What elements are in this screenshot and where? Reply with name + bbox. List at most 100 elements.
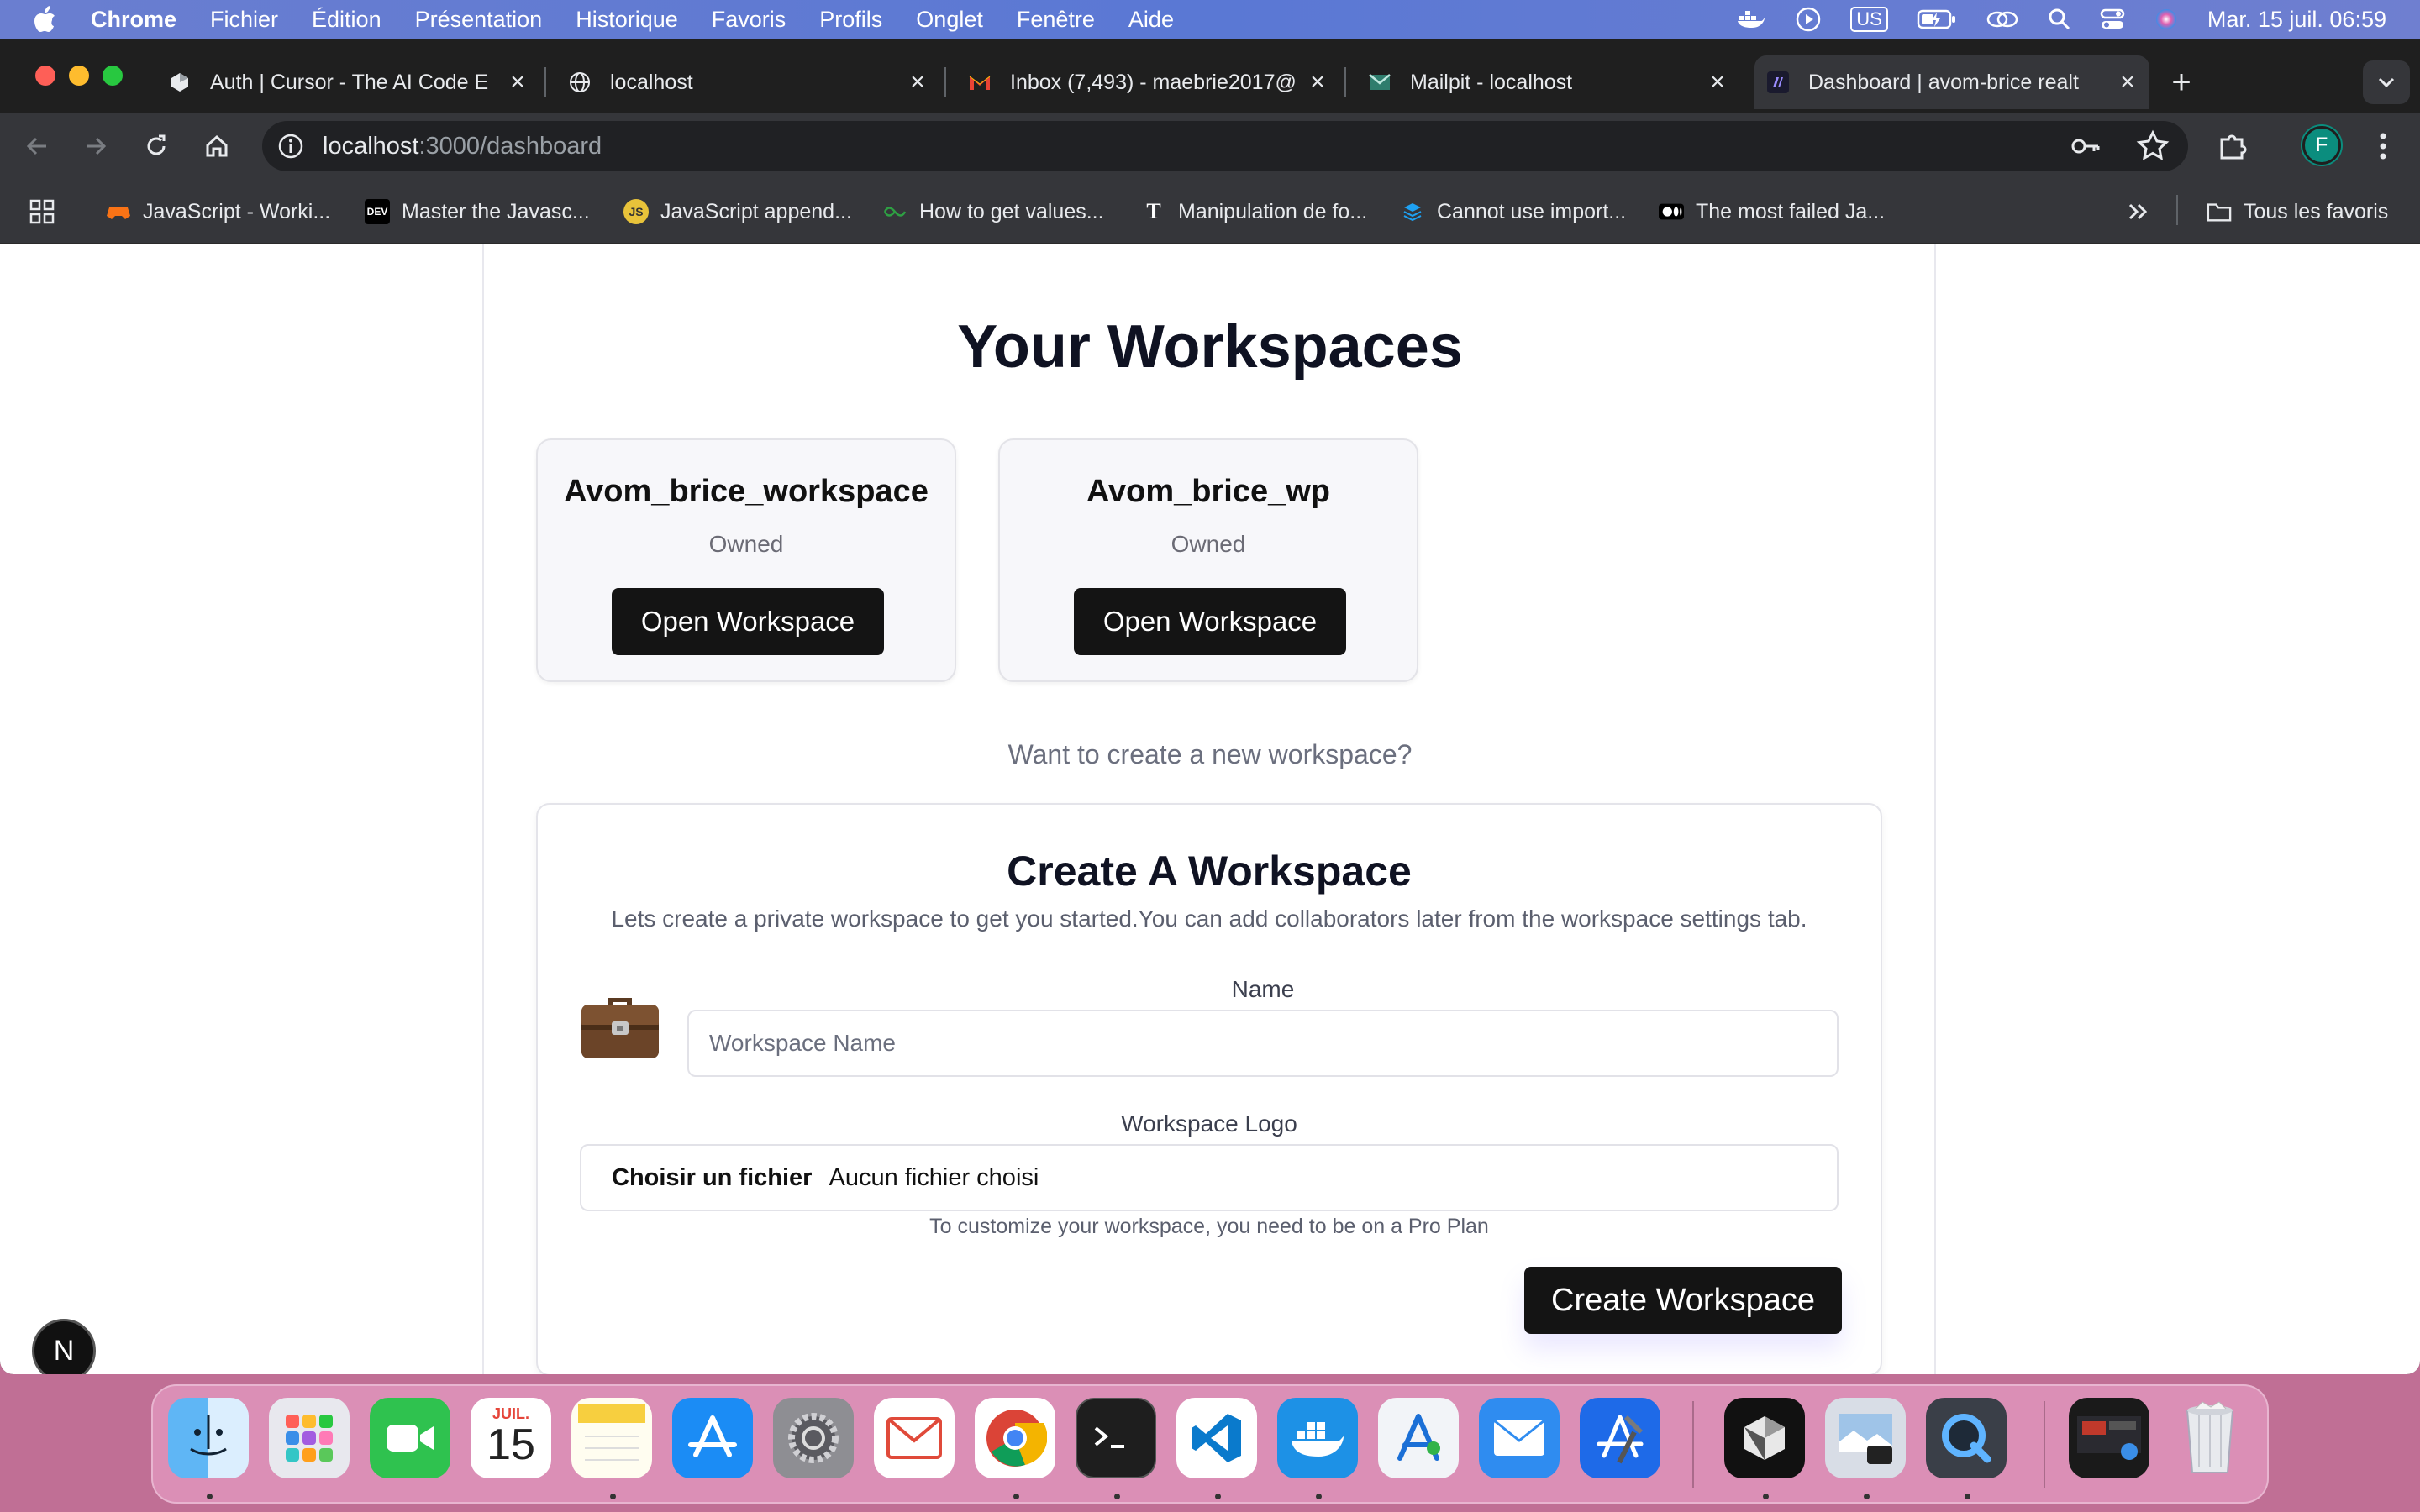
workspace-role: Owned (1171, 531, 1246, 557)
dock: JUIL. 15 (151, 1384, 2269, 1504)
menu-profils[interactable]: Profils (819, 7, 882, 33)
notes-icon[interactable] (571, 1398, 652, 1478)
address-bar[interactable]: localhost:3000/dashboard (262, 121, 2188, 171)
tab-mailpit[interactable]: Mailpit - localhost × (1356, 55, 1739, 109)
workspace-name: Avom_brice_workspace (564, 474, 929, 509)
bookmark-item[interactable]: T Manipulation de fo... (1141, 195, 1367, 228)
create-workspace-button[interactable]: Create Workspace (1524, 1267, 1842, 1334)
tab-close-icon[interactable]: × (1302, 67, 1333, 97)
tab-close-icon[interactable]: × (902, 67, 933, 97)
tab-close-icon[interactable]: × (2112, 67, 2143, 97)
terminal-icon[interactable] (1076, 1398, 1156, 1478)
siri-icon[interactable] (2154, 7, 2179, 32)
open-workspace-button[interactable]: Open Workspace (612, 588, 884, 655)
briefcase-icon[interactable] (578, 986, 662, 1062)
mail-icon[interactable] (1479, 1398, 1560, 1478)
bookmark-item[interactable]: JS JavaScript append... (623, 195, 852, 228)
open-workspace-button[interactable]: Open Workspace (1074, 588, 1346, 655)
all-bookmarks-folder[interactable]: Tous les favoris (2207, 195, 2388, 228)
extensions-puzzle-icon[interactable] (2213, 128, 2250, 165)
menu-app-name[interactable]: Chrome (91, 7, 176, 33)
nextjs-dev-badge[interactable]: N (32, 1319, 96, 1374)
running-indicator (1965, 1494, 1970, 1499)
choose-file-button[interactable]: Choisir un fichier (612, 1164, 812, 1192)
create-workspace-subtitle: Lets create a private workspace to get y… (611, 906, 1807, 932)
password-key-icon[interactable] (2069, 129, 2102, 167)
cursor-icon (168, 71, 192, 94)
more-menu-icon[interactable] (2365, 128, 2402, 165)
tab-cursor-auth[interactable]: Auth | Cursor - The AI Code E × (156, 55, 539, 109)
chrome-icon[interactable] (975, 1398, 1055, 1478)
tab-dashboard[interactable]: Dashboard | avom-brice realt × (1754, 55, 2149, 109)
tab-title: Dashboard | avom-brice realt (1808, 70, 2079, 94)
docker-status-icon[interactable] (1736, 8, 1766, 31)
site-info-icon[interactable] (274, 129, 308, 163)
close-window-button[interactable] (35, 66, 55, 86)
apps-grid-icon[interactable] (29, 195, 55, 228)
new-tab-button[interactable]: + (2163, 64, 2200, 101)
screenshot-icon[interactable] (2069, 1398, 2149, 1478)
battery-icon[interactable] (1917, 8, 1957, 30)
app-store-icon[interactable] (672, 1398, 753, 1478)
docker-icon[interactable] (1277, 1398, 1358, 1478)
search-icon[interactable] (2048, 8, 2071, 31)
finder-icon[interactable] (168, 1398, 249, 1478)
chevrons-right-icon[interactable] (2126, 195, 2149, 228)
bookmark-label: How to get values... (919, 199, 1104, 223)
menu-aide[interactable]: Aide (1128, 7, 1174, 33)
quicktime-icon[interactable] (1926, 1398, 2007, 1478)
calendar-icon[interactable]: JUIL. 15 (471, 1398, 551, 1478)
workspace-name-input[interactable] (687, 1010, 1839, 1077)
mail-alt-icon[interactable] (874, 1398, 955, 1478)
tab-localhost[interactable]: localhost × (556, 55, 939, 109)
instruments-icon[interactable] (1378, 1398, 1459, 1478)
menu-clock[interactable]: Mar. 15 juil. 06:59 (2207, 7, 2386, 33)
keyboard-layout-icon[interactable]: US (1850, 7, 1888, 32)
tab-gmail-inbox[interactable]: Inbox (7,493) - maebrie2017@ × (956, 55, 1339, 109)
zoom-window-button[interactable] (103, 66, 123, 86)
bookmark-item[interactable]: DEV Master the Javasc... (365, 195, 590, 228)
workspace-logo-label: Workspace Logo (1121, 1110, 1297, 1137)
facetime-icon[interactable] (370, 1398, 450, 1478)
cursor-icon[interactable] (1724, 1398, 1805, 1478)
bookmark-item[interactable]: How to get values... (882, 195, 1104, 228)
tab-close-icon[interactable]: × (1702, 67, 1733, 97)
preview-icon[interactable] (1825, 1398, 1906, 1478)
menu-fenetre[interactable]: Fenêtre (1017, 7, 1095, 33)
apple-icon[interactable] (32, 5, 66, 34)
running-indicator (1114, 1494, 1120, 1499)
back-arrow-icon[interactable] (18, 128, 55, 165)
trash-icon[interactable] (2170, 1398, 2250, 1478)
tab-close-icon[interactable]: × (502, 67, 533, 97)
screen-mirroring-icon[interactable] (1986, 8, 2019, 31)
bookmark-separator (2176, 195, 2178, 225)
bookmark-star-icon[interactable] (2136, 129, 2170, 167)
bookmarks-folder-label: Tous les favoris (2244, 199, 2389, 223)
browser-window: Auth | Cursor - The AI Code E × localhos… (0, 39, 2420, 1374)
home-icon[interactable] (198, 128, 235, 165)
browser-toolbar: localhost:3000/dashboard F (0, 113, 2420, 178)
menu-presentation[interactable]: Présentation (415, 7, 543, 33)
workspace-logo-file-input[interactable]: Choisir un fichier Aucun fichier choisi (580, 1144, 1839, 1211)
reload-icon[interactable] (138, 128, 175, 165)
forward-arrow-icon[interactable] (77, 128, 114, 165)
bookmark-item[interactable]: JavaScript - Worki... (106, 195, 330, 228)
bookmark-item[interactable]: The most failed Ja... (1659, 195, 1885, 228)
launchpad-icon[interactable] (269, 1398, 350, 1478)
tab-separator (1344, 67, 1346, 97)
control-center-icon[interactable] (2100, 8, 2125, 31)
minimize-window-button[interactable] (69, 66, 89, 86)
menu-edition[interactable]: Édition (312, 7, 381, 33)
menu-favoris[interactable]: Favoris (712, 7, 786, 33)
xcode-icon[interactable] (1580, 1398, 1660, 1478)
menu-historique[interactable]: Historique (576, 7, 678, 33)
tab-search-button[interactable] (2363, 60, 2410, 104)
menu-fichier[interactable]: Fichier (210, 7, 278, 33)
menu-onglet[interactable]: Onglet (916, 7, 983, 33)
play-circle-icon[interactable] (1795, 6, 1822, 33)
bookmark-item[interactable]: Cannot use import... (1400, 195, 1626, 228)
profile-avatar[interactable]: F (2302, 126, 2341, 165)
tab-title: Inbox (7,493) - maebrie2017@ (1010, 70, 1297, 94)
vscode-icon[interactable] (1176, 1398, 1257, 1478)
system-settings-icon[interactable] (773, 1398, 854, 1478)
